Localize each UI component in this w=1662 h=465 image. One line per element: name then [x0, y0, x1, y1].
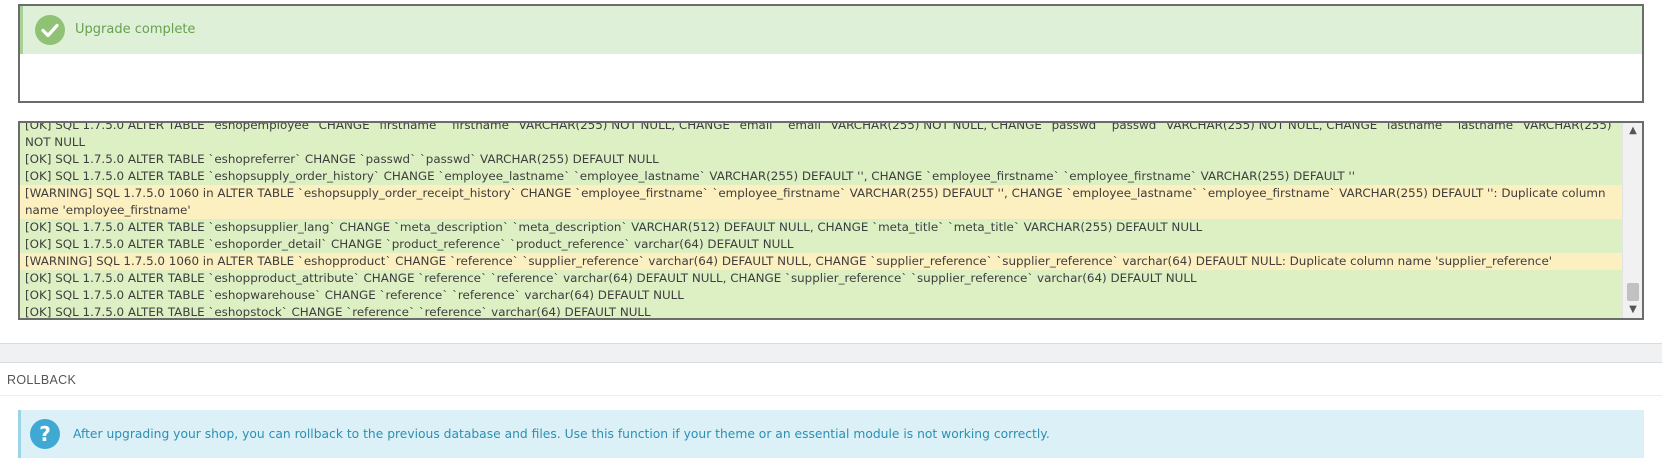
scroll-up-icon[interactable]: ▲ [1623, 123, 1642, 139]
section-divider [0, 343, 1662, 363]
check-circle-icon [35, 15, 65, 45]
scroll-down-icon[interactable]: ▼ [1623, 302, 1642, 318]
upgrade-complete-message: Upgrade complete [75, 22, 196, 37]
question-circle-icon: ? [30, 419, 60, 449]
log-line-ok: [OK] SQL 1.7.5.0 ALTER TABLE `eshopsuppl… [20, 168, 1622, 185]
success-alert: Upgrade complete [20, 6, 1642, 54]
log-line-ok: [OK] SQL 1.7.5.0 ALTER TABLE `eshopstock… [20, 304, 1622, 318]
scroll-thumb[interactable] [1627, 283, 1639, 301]
heading-divider [0, 395, 1662, 396]
log-line-warning: [WARNING] SQL 1.7.5.0 1060 in ALTER TABL… [20, 253, 1622, 270]
log-line-ok: [OK] SQL 1.7.5.0 ALTER TABLE `eshopwareh… [20, 287, 1622, 304]
log-line-ok: [OK] SQL 1.7.5.0 ALTER TABLE `eshopsuppl… [20, 219, 1622, 236]
log-line-warning: [WARNING] SQL 1.7.5.0 1060 in ALTER TABL… [20, 185, 1622, 219]
log-lines: [OK] SQL 1.7.5.0 ALTER TABLE `eshopemplo… [20, 123, 1622, 318]
rollback-info-text: After upgrading your shop, you can rollb… [73, 427, 1050, 441]
upgrade-log[interactable]: [OK] SQL 1.7.5.0 ALTER TABLE `eshopemplo… [18, 121, 1644, 320]
upgrade-status-panel: Upgrade complete [18, 4, 1644, 103]
log-line-ok: [OK] SQL 1.7.5.0 ALTER TABLE `eshopprodu… [20, 270, 1622, 287]
log-line-ok: [OK] SQL 1.7.5.0 ALTER TABLE `eshopemplo… [20, 123, 1622, 151]
rollback-info-alert: ? After upgrading your shop, you can rol… [18, 410, 1644, 458]
log-line-ok: [OK] SQL 1.7.5.0 ALTER TABLE `eshoporder… [20, 236, 1622, 253]
log-line-ok: [OK] SQL 1.7.5.0 ALTER TABLE `eshoprefer… [20, 151, 1622, 168]
log-scrollbar[interactable]: ▲ ▼ [1622, 123, 1642, 318]
rollback-heading: ROLLBACK [7, 373, 77, 387]
